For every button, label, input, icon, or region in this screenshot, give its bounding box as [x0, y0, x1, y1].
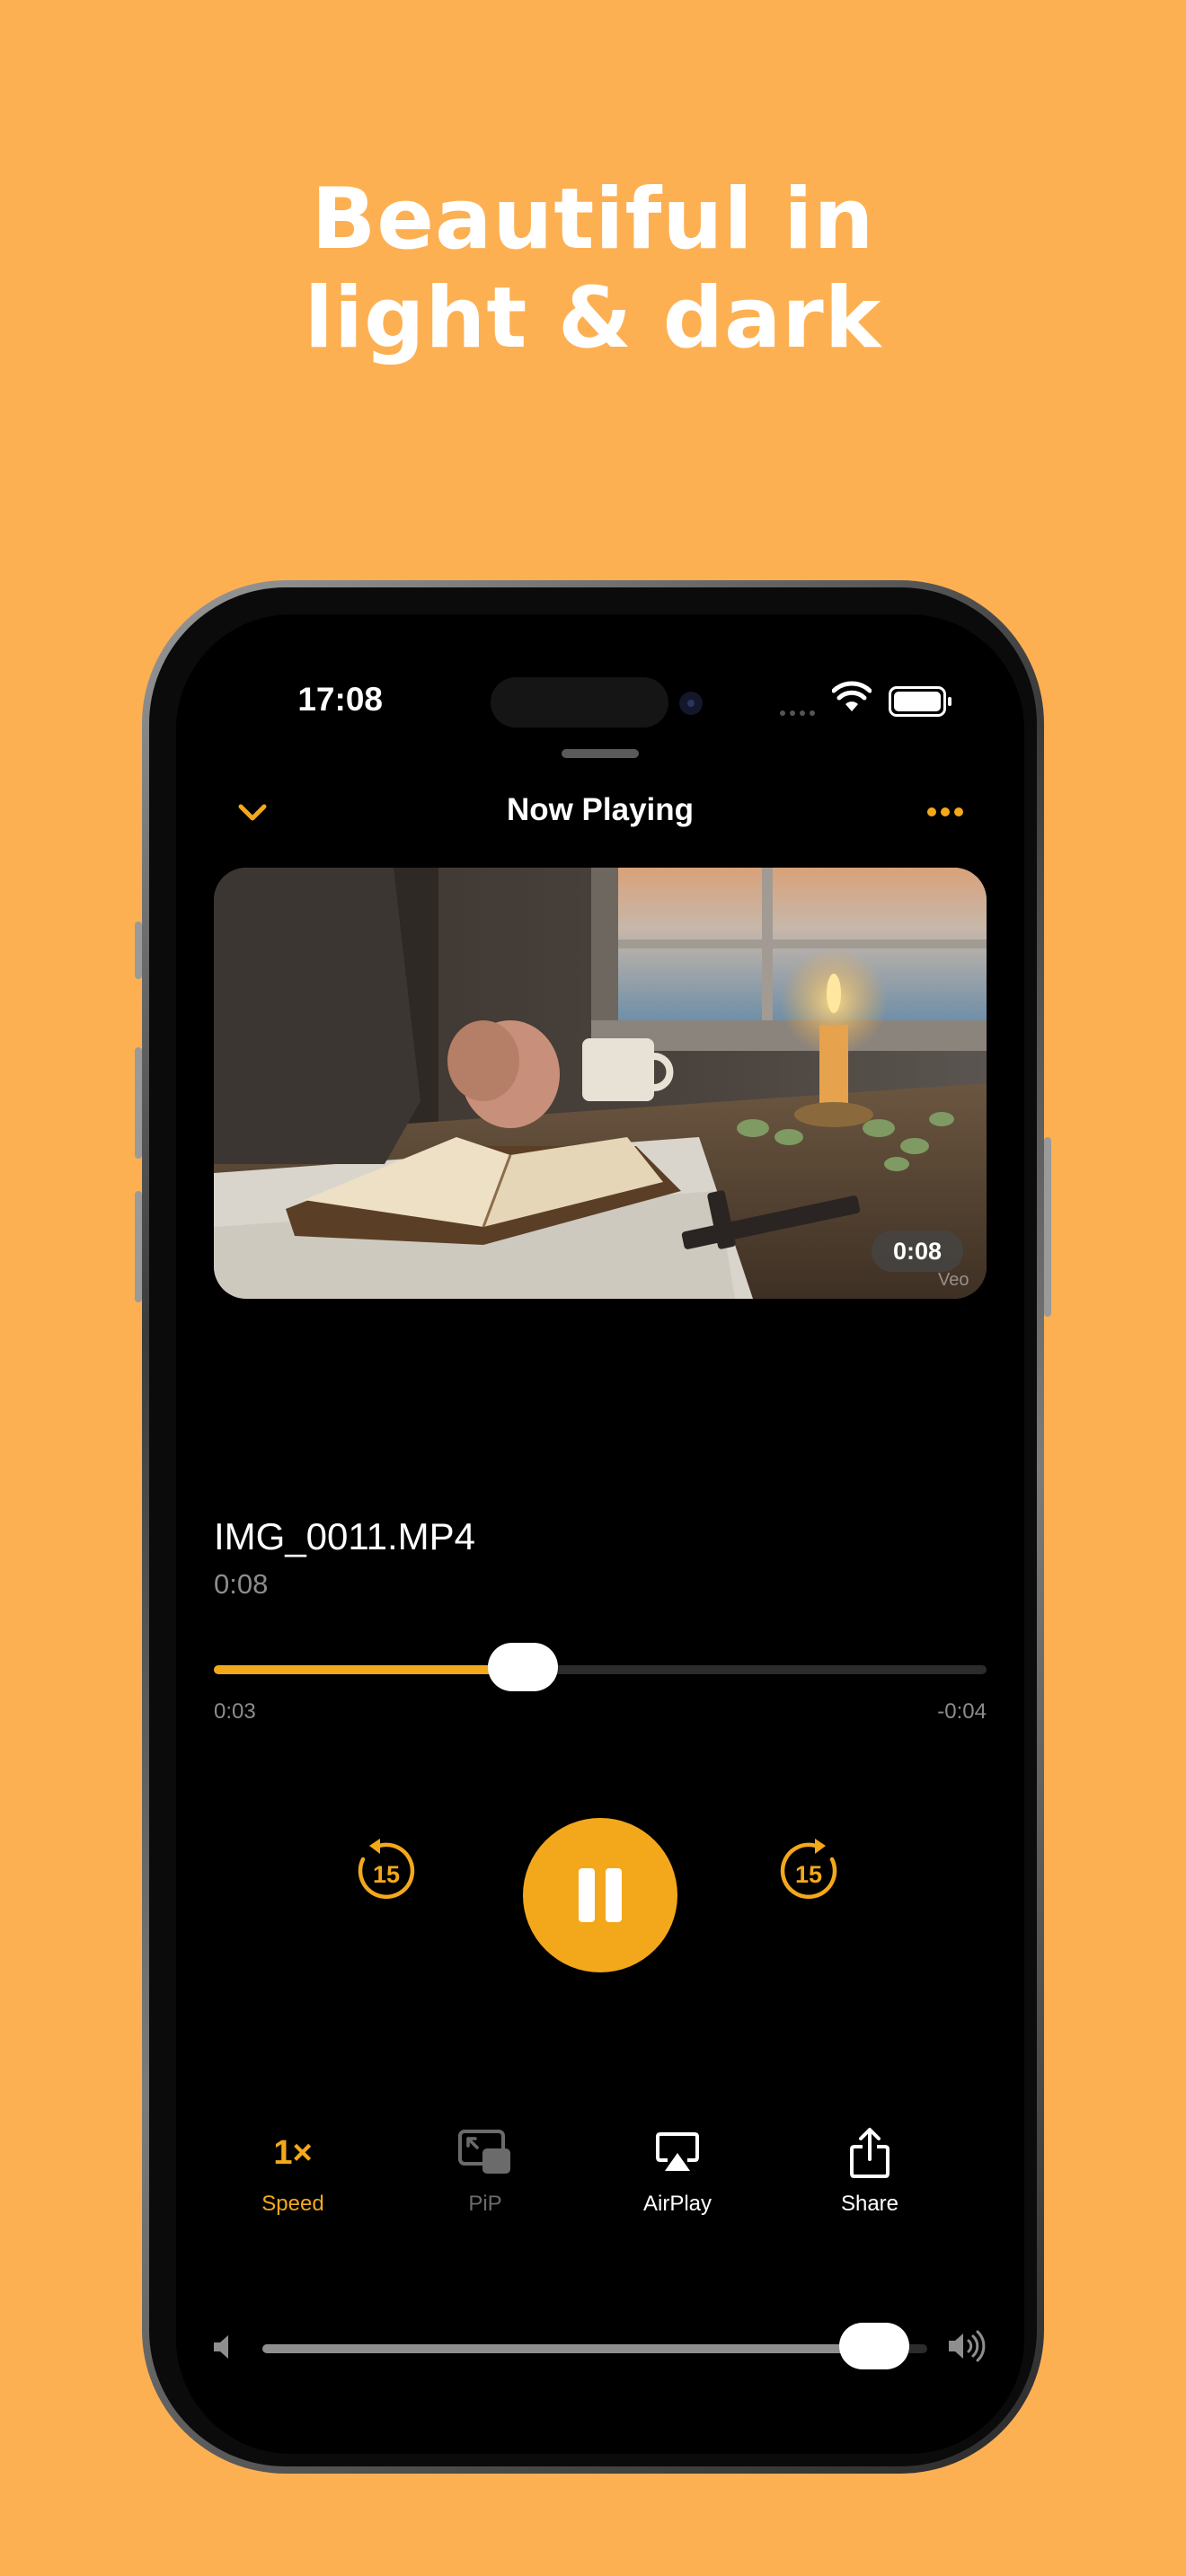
volume-high-icon [949, 2330, 986, 2362]
video-player[interactable]: 0:08 Veo [214, 868, 987, 1299]
volume-level [262, 2344, 874, 2353]
phone-bezel: 17:08 Now Playing 0:08 Veo IMG_0011.MP4 … [149, 587, 1037, 2466]
skip-forward-label: 15 [795, 1861, 822, 1888]
skip-back-label: 15 [373, 1861, 400, 1888]
phone-frame: 17:08 Now Playing 0:08 Veo IMG_0011.MP4 … [135, 580, 1051, 2474]
speed-button[interactable]: 1× Speed [221, 2123, 365, 2217]
share-icon [850, 2128, 890, 2178]
speed-label: Speed [261, 2192, 324, 2216]
pip-label: PiP [468, 2192, 502, 2216]
track-duration: 0:08 [214, 1568, 269, 1600]
video-frame [214, 868, 987, 1299]
speed-value: 1× [273, 2133, 313, 2172]
headline-line-1: Beautiful in [311, 171, 875, 269]
cellular-signal-icon [780, 704, 819, 720]
volume-low-icon [214, 2335, 228, 2359]
duration-badge: 0:08 [872, 1231, 963, 1272]
share-label: Share [840, 2192, 899, 2216]
scrubber-knob[interactable] [488, 1643, 558, 1691]
dynamic-island [491, 677, 668, 728]
headline: Beautiful in light & dark [0, 171, 1186, 368]
sheet-grabber[interactable] [562, 749, 639, 758]
pip-button[interactable]: PiP [413, 2123, 557, 2217]
playback-scrubber[interactable] [214, 1643, 987, 1691]
page-title: Now Playing [506, 792, 695, 827]
player-screen: 17:08 Now Playing 0:08 Veo IMG_0011.MP4 … [176, 614, 1024, 2454]
camera-icon [679, 692, 703, 715]
battery-icon [889, 686, 951, 717]
side-button [1044, 1137, 1051, 1317]
airplay-icon [656, 2132, 699, 2171]
skip-back-15-icon[interactable]: 15 [352, 1838, 419, 1904]
share-button[interactable]: Share [798, 2123, 942, 2217]
scrubber-progress [214, 1665, 523, 1674]
ellipsis-icon[interactable] [927, 805, 972, 823]
action-button [135, 922, 142, 979]
volume-down-button [135, 1191, 142, 1302]
headline-line-2: light & dark [304, 269, 882, 367]
wifi-icon [832, 681, 872, 711]
watermark: Veo [938, 1270, 969, 1290]
volume-up-button [135, 1047, 142, 1159]
volume-knob[interactable] [838, 2323, 909, 2369]
airplay-button[interactable]: AirPlay [606, 2123, 749, 2217]
elapsed-time: 0:03 [214, 1699, 256, 1724]
volume-slider[interactable] [262, 2323, 927, 2369]
status-time: 17:08 [297, 681, 383, 718]
pause-button[interactable] [523, 1818, 677, 1972]
airplay-label: AirPlay [642, 2192, 712, 2216]
pip-icon [458, 2130, 510, 2174]
remaining-time: -0:04 [937, 1699, 987, 1724]
track-title: IMG_0011.MP4 [214, 1515, 476, 1557]
skip-forward-15-icon[interactable]: 15 [776, 1838, 843, 1904]
